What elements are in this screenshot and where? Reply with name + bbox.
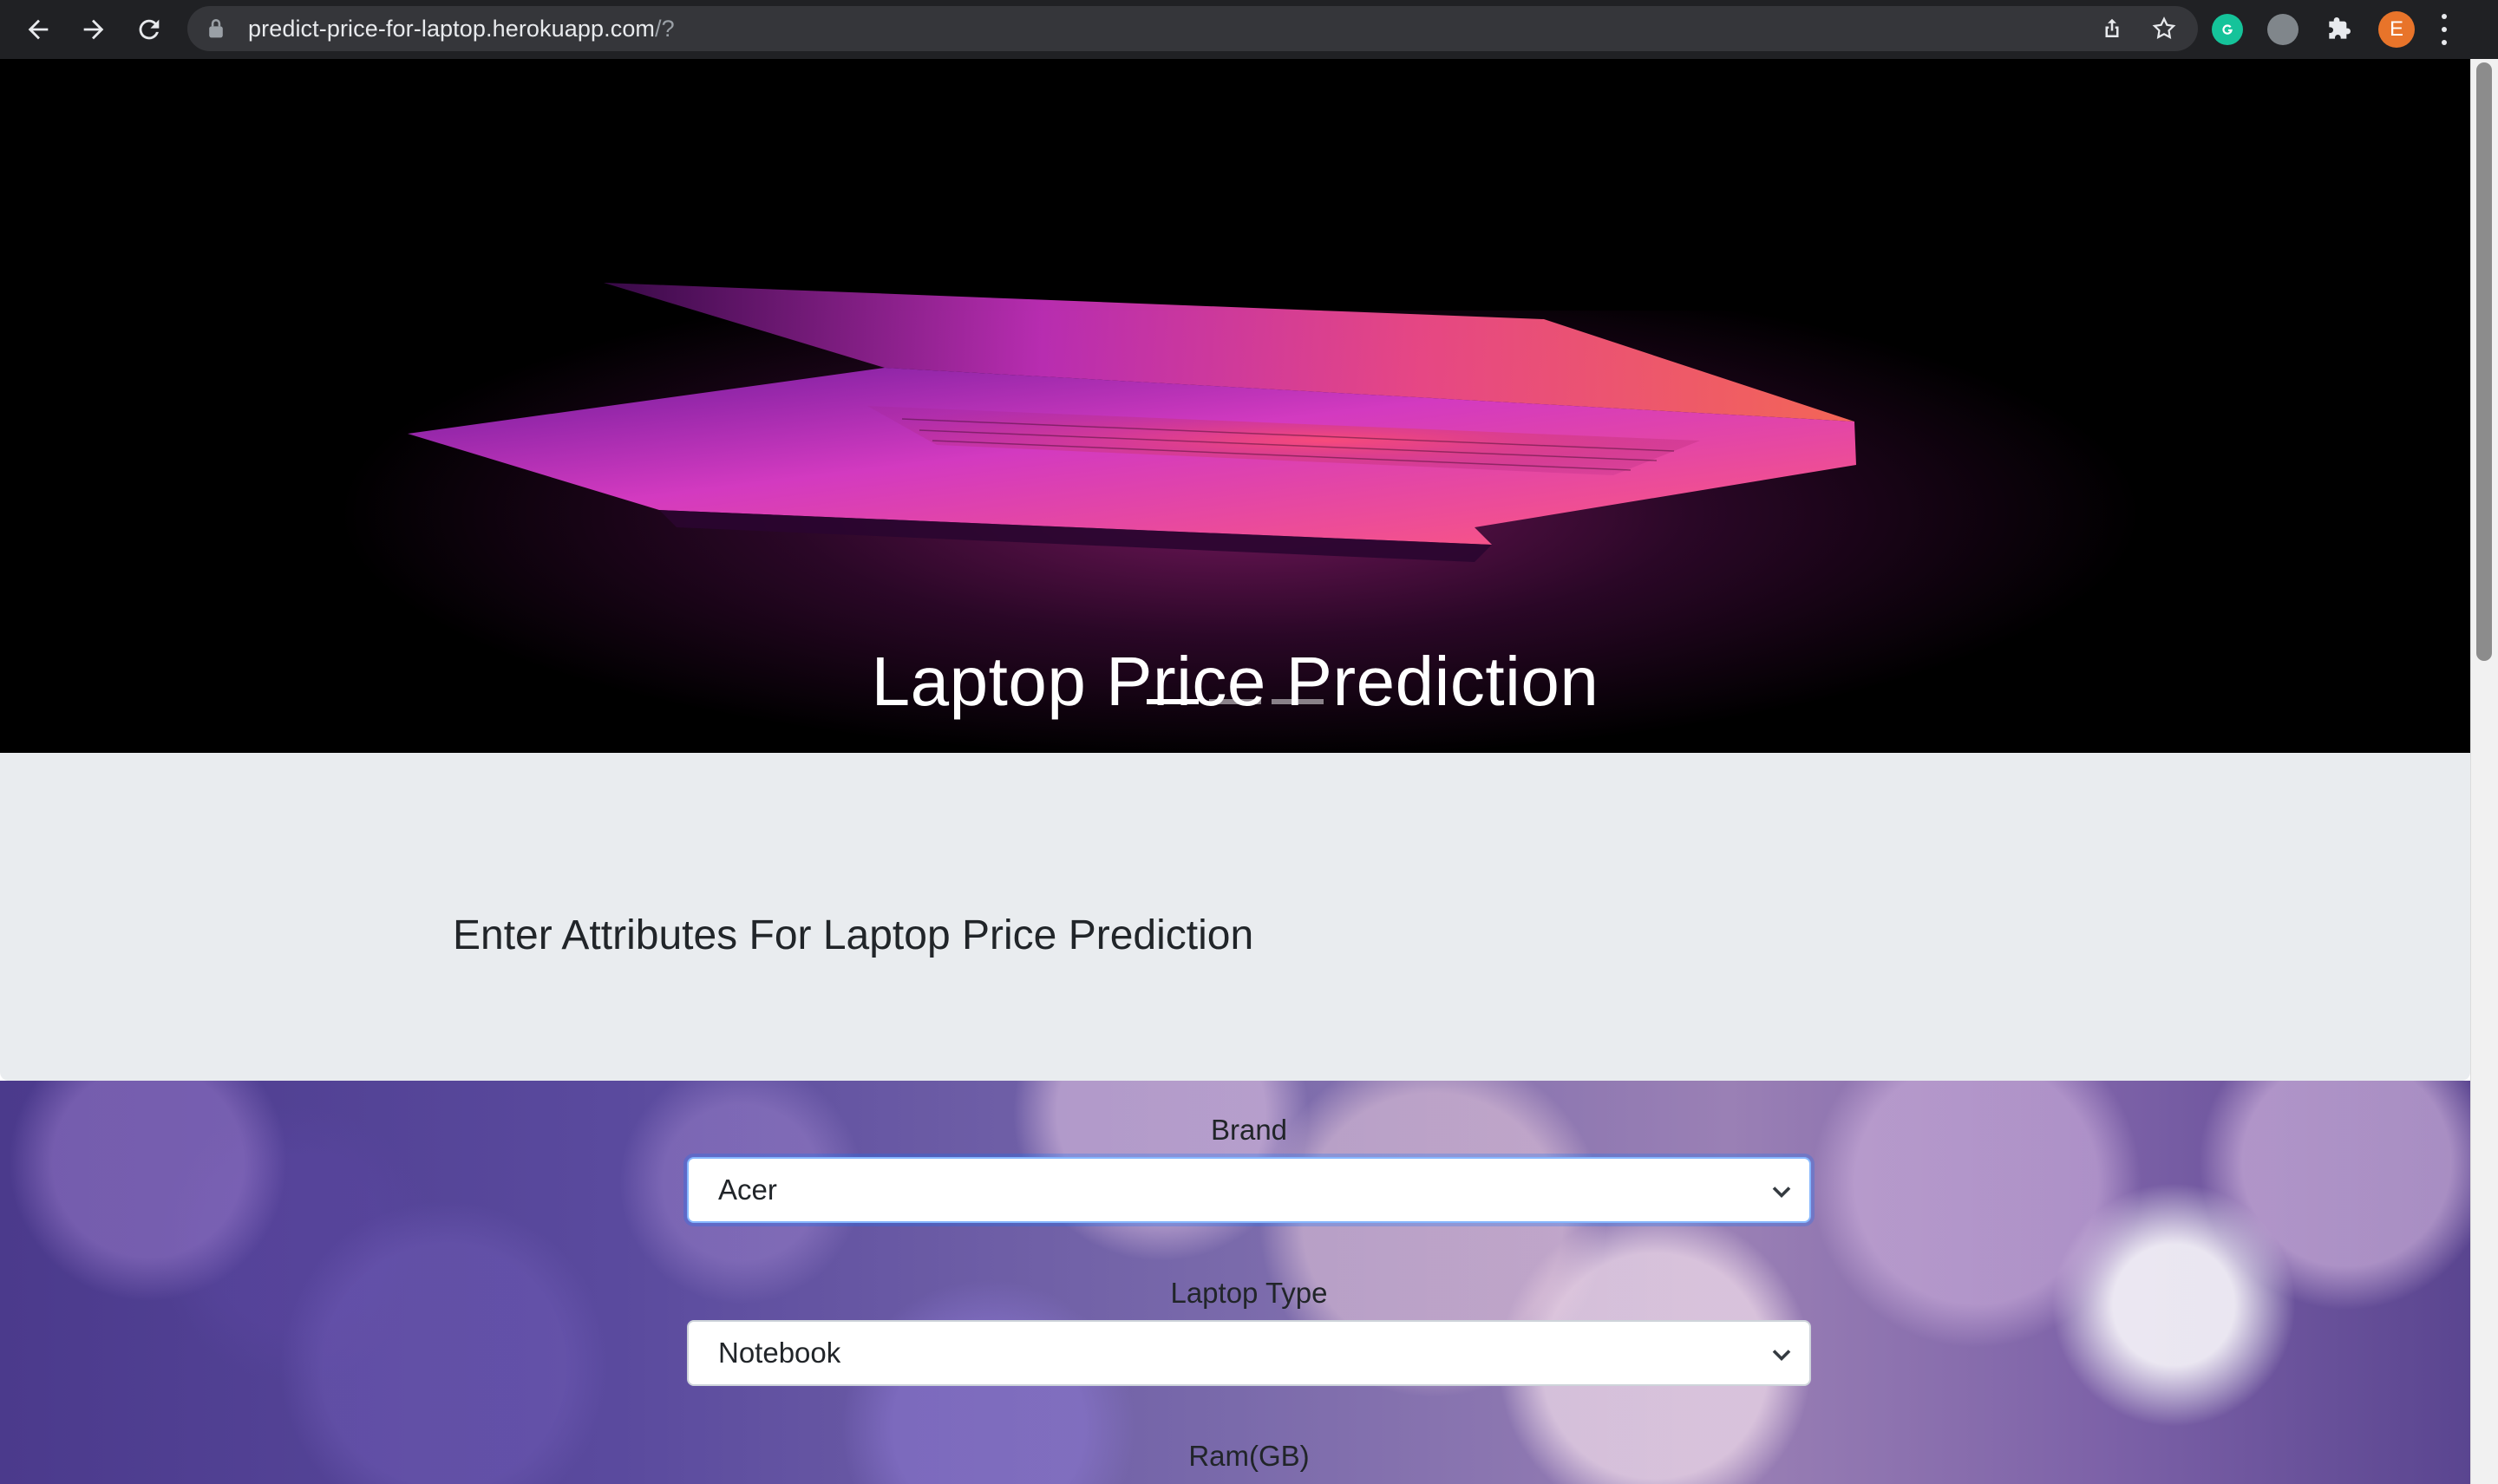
hero-title: Laptop Price Prediction [871, 643, 1599, 720]
ram-label: Ram(GB) [1188, 1440, 1310, 1472]
brand-selected-value: Acer [718, 1173, 777, 1206]
url-host: predict-price-for-laptop.herokuapp.com [248, 15, 656, 42]
profile-avatar[interactable]: E [2378, 11, 2415, 48]
brand-label: Brand [1210, 1114, 1288, 1146]
carousel-indicators [0, 699, 2470, 704]
address-bar[interactable]: predict-price-for-laptop.herokuapp.com/? [187, 6, 2198, 51]
bookmark-star-icon[interactable] [2151, 16, 2177, 42]
back-arrow-icon [28, 19, 49, 40]
scrollbar-thumb[interactable] [2476, 62, 2492, 661]
chevron-down-icon [1772, 1187, 1791, 1199]
url-text: predict-price-for-laptop.herokuapp.com/? [248, 16, 675, 42]
brand-field-group: Brand Acer [687, 1114, 1811, 1223]
back-button[interactable] [12, 3, 64, 56]
carousel-indicator-1[interactable] [1147, 699, 1199, 704]
prediction-form-area: Brand Acer Laptop Type Notebook Ram(GB) [0, 1081, 2470, 1484]
reload-button[interactable] [123, 3, 175, 56]
web-page: Laptop Price Prediction Enter Attributes… [0, 59, 2470, 1484]
browser-toolbar: predict-price-for-laptop.herokuapp.com/?… [0, 0, 2498, 59]
url-path: /? [655, 15, 675, 42]
lock-icon [209, 18, 223, 38]
extensions-area: E [2212, 0, 2449, 59]
hero-carousel: Laptop Price Prediction [0, 59, 2470, 753]
laptop-type-select[interactable]: Notebook [687, 1320, 1811, 1386]
chevron-down-icon [1772, 1350, 1791, 1362]
extensions-puzzle-icon[interactable] [2323, 14, 2354, 45]
laptop-type-label: Laptop Type [1170, 1277, 1328, 1309]
grammarly-extension-icon[interactable] [2212, 14, 2243, 45]
page-scrollbar[interactable] [2470, 59, 2498, 1484]
attributes-heading: Enter Attributes For Laptop Price Predic… [453, 912, 1254, 958]
carousel-indicator-3[interactable] [1272, 699, 1324, 704]
share-icon[interactable] [2099, 16, 2125, 42]
forward-button[interactable] [68, 3, 120, 56]
carousel-indicator-2[interactable] [1209, 699, 1261, 704]
omnibox-actions [2099, 6, 2177, 51]
laptop-type-selected-value: Notebook [718, 1337, 841, 1369]
browser-menu-icon[interactable] [2439, 14, 2449, 45]
forward-arrow-icon [83, 19, 104, 40]
gray-extension-icon[interactable] [2267, 14, 2299, 45]
reload-icon [139, 19, 160, 40]
ram-field-group: Ram(GB) [687, 1440, 1811, 1483]
brand-select[interactable]: Acer [687, 1157, 1811, 1223]
laptop-type-field-group: Laptop Type Notebook [687, 1277, 1811, 1386]
attributes-jumbotron: Enter Attributes For Laptop Price Predic… [0, 753, 2470, 1081]
